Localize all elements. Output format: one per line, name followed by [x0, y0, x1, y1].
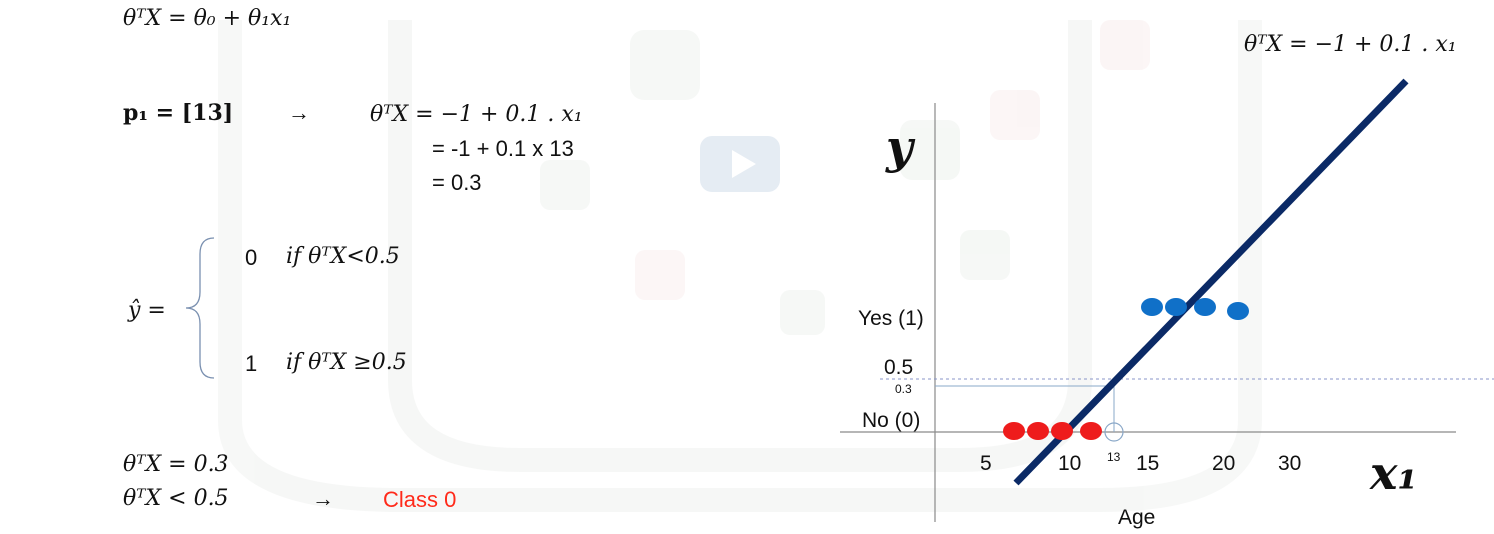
x-axis-symbol: x₁: [1370, 446, 1418, 500]
regression-line: [1013, 78, 1409, 486]
y-tick-label: 0.3: [895, 382, 912, 396]
y-tick-label: Yes (1): [858, 307, 924, 330]
data-point-no: [1027, 422, 1049, 440]
data-point-yes: [1141, 298, 1163, 316]
marker-tick-label: 13: [1107, 450, 1121, 464]
data-point-yes: [1194, 298, 1216, 316]
y-axis-symbol: y: [886, 120, 913, 174]
y-tick-label: No (0): [862, 409, 920, 432]
chart-title: θᵀX = −1 + 0.1 . x₁: [1244, 32, 1457, 57]
y-tick-label: 0.5: [884, 356, 913, 379]
x-tick-label: 15: [1136, 452, 1159, 475]
data-point-yes: [1165, 298, 1187, 316]
data-point-yes: [1227, 302, 1249, 320]
x-tick-label: 5: [980, 452, 992, 475]
x-tick-label: 20: [1212, 452, 1235, 475]
data-point-no: [1080, 422, 1102, 440]
data-point-no: [1003, 422, 1025, 440]
x-tick-label: 10: [1058, 452, 1081, 475]
logistic-chart: Yes (1) 0.5 0.3 No (0) 5 10 15 20 30 13: [840, 78, 1494, 522]
x-tick-label: 30: [1278, 452, 1301, 475]
x-axis-label: Age: [1118, 506, 1156, 529]
data-point-no: [1051, 422, 1073, 440]
